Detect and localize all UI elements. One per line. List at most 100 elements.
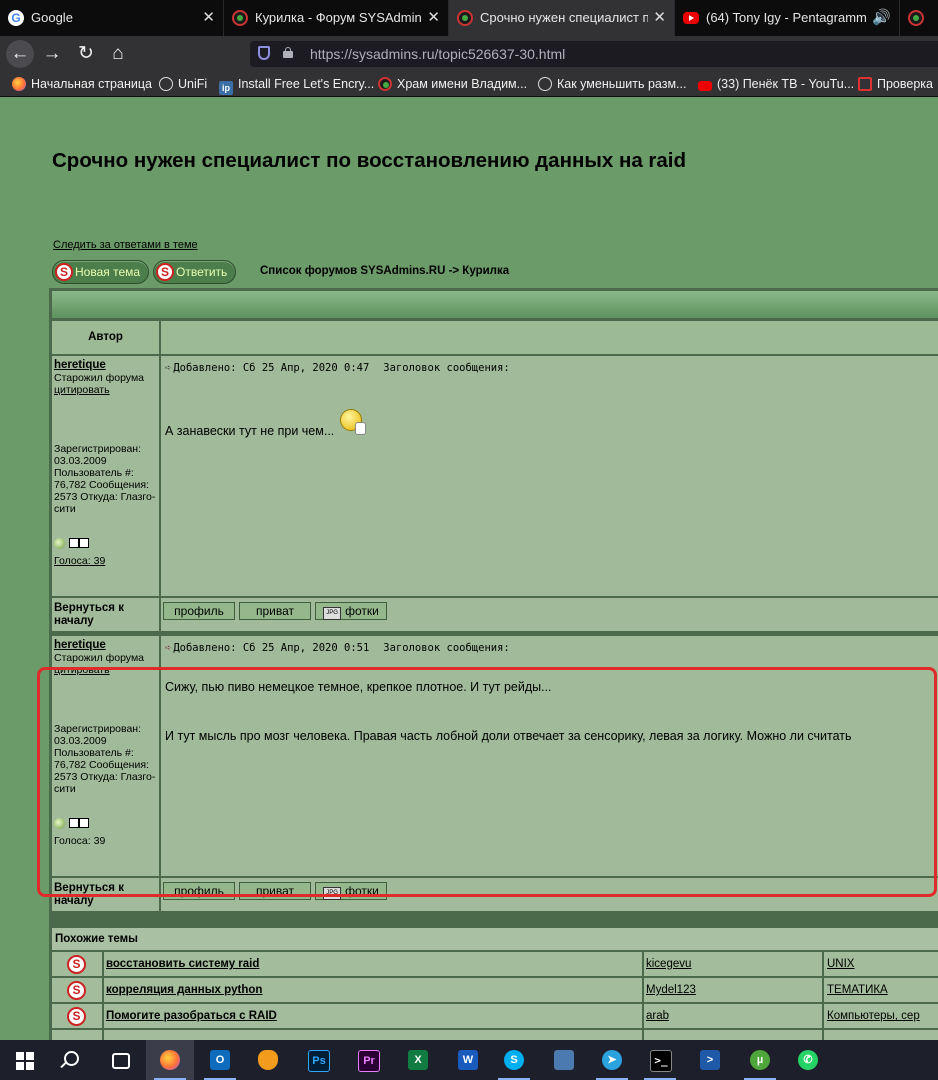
close-tab-icon[interactable]: ✕ (202, 0, 215, 36)
speaker-icon[interactable]: 🔊 (872, 0, 891, 36)
taskbar-photoshop[interactable]: Ps (294, 1040, 342, 1080)
similar-topic-author[interactable]: kicegevu (644, 952, 822, 976)
topic-icon-cell: S (52, 1004, 102, 1028)
tab-kurilka[interactable]: Курилка - Форум SYSAdmins.RU ✕ (224, 0, 449, 36)
message-column-header (161, 321, 938, 354)
post-meta: ➪ Добавлено: Сб 25 Апр, 2020 0:51 Заголово… (165, 642, 510, 654)
forward-button[interactable]: → (38, 40, 66, 68)
taskbar-premiere[interactable]: Pr (344, 1040, 392, 1080)
post-arrow-icon[interactable]: ➪ (165, 362, 171, 374)
bookmark-unifi[interactable]: UniFi (159, 72, 207, 96)
excel-icon: X (408, 1050, 428, 1070)
minus-icon[interactable] (79, 538, 89, 548)
taskbar-fl-studio[interactable] (244, 1040, 292, 1080)
bookmark-letsencrypt[interactable]: ip Install Free Let's Encry... (219, 72, 374, 96)
similar-topic-forum[interactable]: UNIX (824, 952, 938, 976)
bookmark-youtube[interactable]: (33) Пенёк ТВ - YouTu... (698, 72, 854, 96)
highlight-annotation-box (37, 667, 937, 897)
bookmark-temple[interactable]: Храм имени Владим... (378, 72, 527, 96)
bookmark-start-page[interactable]: Начальная страница (12, 72, 152, 96)
similar-topic-link[interactable]: корреляция данных python (104, 978, 642, 1002)
close-tab-icon[interactable]: ✕ (427, 0, 440, 36)
username-link[interactable]: heretique (54, 359, 106, 371)
sysadmins-icon (908, 10, 924, 26)
address-bar[interactable]: https://sysadmins.ru/topic526637-30.html (250, 41, 938, 67)
tab-youtube[interactable]: (64) Tony Igy - Pentagramm 🔊 (675, 0, 900, 36)
sysadmins-logo-icon: S (67, 981, 86, 1000)
photos-button[interactable]: JPG фотки (315, 602, 387, 620)
similar-topic-link[interactable]: восстановить систему raid (104, 952, 642, 976)
similar-topic-author[interactable]: Mydel123 (644, 978, 822, 1002)
similar-topic-forum[interactable] (824, 1030, 938, 1040)
tracking-protection-icon[interactable] (258, 46, 270, 60)
table-row: S корреляция данных python Mydel123 ТЕМА… (49, 978, 938, 1002)
windows-logo-icon (16, 1052, 34, 1070)
similar-topic-link[interactable] (104, 1030, 642, 1040)
breadcrumb[interactable]: Список форумов SYSAdmins.RU -> Курилка (260, 265, 509, 277)
user-votes[interactable]: Голоса: 39 (54, 555, 105, 567)
private-message-button[interactable]: приват (239, 602, 311, 620)
firefox-icon (160, 1050, 180, 1070)
topic-icon-cell: S (52, 952, 102, 976)
sysadmins-logo-icon: S (156, 263, 174, 281)
whatsapp-icon: ✆ (798, 1050, 818, 1070)
taskbar-utorrent[interactable]: µ (736, 1040, 784, 1080)
search-button[interactable] (48, 1040, 96, 1080)
globe-icon (538, 77, 552, 91)
taskbar-excel[interactable]: X (394, 1040, 442, 1080)
start-button[interactable] (0, 1040, 48, 1080)
tab-current-topic[interactable]: Срочно нужен специалист по восстановлени… (449, 0, 675, 36)
browser-tab-bar: G Google ✕ Курилка - Форум SYSAdmins.RU … (0, 0, 938, 36)
profile-button[interactable]: профиль (163, 602, 235, 620)
taskbar-outlook[interactable]: O (196, 1040, 244, 1080)
sysadmins-icon (457, 10, 473, 26)
new-topic-button[interactable]: S Новая тема (52, 260, 150, 284)
similar-topic-author[interactable]: arab (644, 1004, 822, 1028)
taskbar-word[interactable]: W (444, 1040, 492, 1080)
table-row (49, 1030, 938, 1040)
taskbar-skype[interactable]: S (490, 1040, 538, 1080)
quote-link[interactable]: цитировать (54, 384, 110, 396)
similar-topic-link[interactable]: Помогите разобраться с RAID (104, 1004, 642, 1028)
taskbar-firefox[interactable] (146, 1040, 194, 1080)
page-content: Срочно нужен специалист по восстановлени… (0, 97, 938, 1040)
similar-topic-author[interactable] (644, 1030, 822, 1040)
post-arrow-icon[interactable]: ➪ (165, 642, 171, 654)
similar-topic-forum[interactable]: ТЕМАТИКА (824, 978, 938, 1002)
taskbar-powershell[interactable]: > (686, 1040, 734, 1080)
back-button[interactable]: ← (6, 40, 34, 68)
tab-overflow[interactable] (900, 0, 938, 36)
reply-button[interactable]: S Ответить (153, 260, 237, 284)
document-icon (858, 77, 872, 91)
similar-topic-forum[interactable]: Компьютеры, сер (824, 1004, 938, 1028)
back-to-top-link[interactable]: Вернуться к началу (54, 602, 158, 628)
task-view-icon (112, 1053, 130, 1069)
bookmark-check[interactable]: Проверка (858, 72, 933, 96)
lock-icon[interactable] (283, 47, 293, 58)
task-view-button[interactable] (96, 1040, 144, 1080)
reload-button[interactable]: ↻ (72, 40, 100, 68)
fl-studio-icon (258, 1050, 278, 1070)
youtube-icon (698, 81, 712, 91)
taskbar-whatsapp[interactable]: ✆ (784, 1040, 832, 1080)
username-link[interactable]: heretique (54, 639, 106, 651)
watch-topic-link[interactable]: Следить за ответами в теме (53, 239, 198, 251)
similar-topics-table: Похожие темы S восстановить систему raid… (49, 925, 938, 1040)
post-message-cell: ➪ Добавлено: Сб 25 Апр, 2020 0:47 Заголово… (161, 356, 938, 596)
windows-taskbar: O Ps Pr X W S ➤ >_ > µ ✆ (0, 1040, 938, 1080)
plus-icon[interactable] (69, 538, 79, 548)
page-title: Срочно нужен специалист по восстановлени… (52, 149, 687, 172)
word-icon: W (458, 1050, 478, 1070)
photoshop-icon: Ps (308, 1050, 330, 1072)
taskbar-telegram[interactable]: ➤ (588, 1040, 636, 1080)
bookmark-reduce-size[interactable]: Как уменьшить разм... (538, 72, 686, 96)
close-tab-icon[interactable]: ✕ (653, 0, 666, 36)
taskbar-terminal[interactable]: >_ (636, 1040, 684, 1080)
home-button[interactable]: ⌂ (104, 40, 132, 68)
topic-icon-cell (52, 1030, 102, 1040)
sysadmins-logo-icon: S (67, 955, 86, 974)
taskbar-network[interactable] (540, 1040, 588, 1080)
telegram-icon: ➤ (602, 1050, 622, 1070)
skype-icon: S (504, 1050, 524, 1070)
tab-google[interactable]: G Google ✕ (0, 0, 224, 36)
